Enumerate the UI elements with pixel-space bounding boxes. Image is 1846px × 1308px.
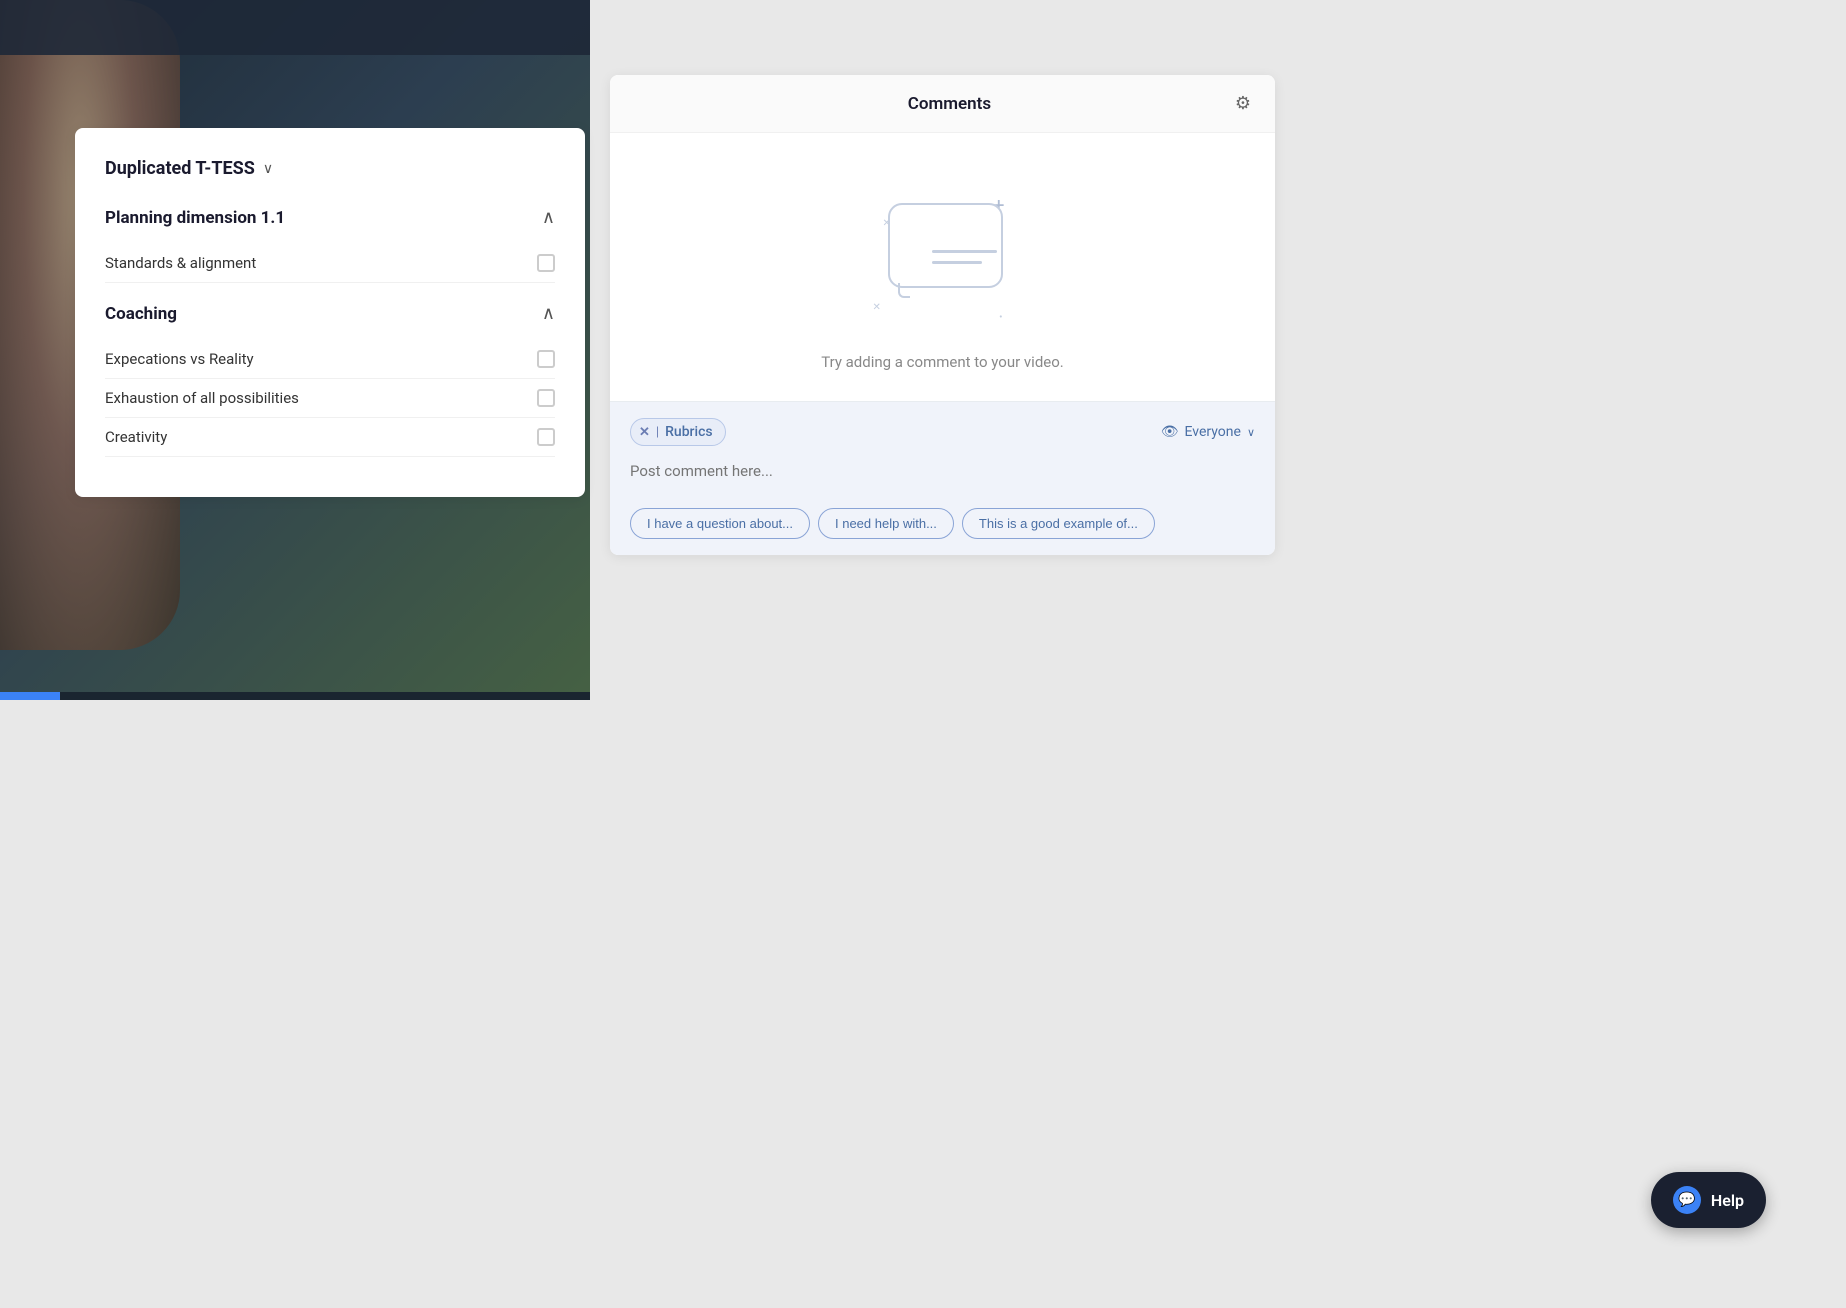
deco-dot-br: • (999, 312, 1002, 323)
eye-icon: 👁 (1161, 424, 1179, 440)
comments-empty-state: + ✕ ✕ • Try adding a comment to your vid… (610, 133, 1275, 401)
planning-section-header[interactable]: Planning dimension 1.1 ∧ (105, 207, 555, 228)
bubble-line-2 (932, 261, 982, 264)
visibility-selector[interactable]: 👁 Everyone ∨ (1161, 424, 1255, 440)
exhaustion-possibilities-item: Exhaustion of all possibilities (105, 379, 555, 418)
visibility-label: Everyone (1185, 424, 1241, 440)
rubric-title-row[interactable]: Duplicated T-TESS ∨ (105, 158, 555, 179)
rubrics-tag-label: Rubrics (665, 424, 713, 440)
speech-bubble-main (888, 203, 1003, 288)
visibility-chevron-icon: ∨ (1247, 426, 1255, 439)
creativity-label: Creativity (105, 428, 167, 446)
deco-dot-tl: ✕ (883, 218, 891, 229)
exhaustion-possibilities-checkbox[interactable] (537, 389, 555, 407)
rubrics-tag[interactable]: ✕ | Rubrics (630, 418, 726, 446)
help-label: Help (1711, 1191, 1744, 1210)
exhaustion-possibilities-label: Exhaustion of all possibilities (105, 389, 299, 407)
help-button[interactable]: 💬 Help (1651, 1172, 1766, 1228)
suggestion-button-1[interactable]: I need help with... (818, 508, 954, 539)
rubric-dropdown-arrow: ∨ (263, 161, 273, 177)
suggestion-button-0[interactable]: I have a question about... (630, 508, 810, 539)
standards-alignment-label: Standards & alignment (105, 254, 256, 272)
suggestion-button-2[interactable]: This is a good example of... (962, 508, 1155, 539)
comments-panel: Comments ⚙ + ✕ ✕ • Try adding a comment … (610, 75, 1275, 555)
suggestion-buttons-container: I have a question about... I need help w… (630, 508, 1255, 539)
coaching-chevron-icon[interactable]: ∧ (542, 303, 555, 324)
expectations-reality-label: Expecations vs Reality (105, 350, 254, 368)
standards-alignment-item: Standards & alignment (105, 244, 555, 283)
comments-header: Comments ⚙ (610, 75, 1275, 133)
expectations-reality-checkbox[interactable] (537, 350, 555, 368)
help-circle-icon: 💬 (1673, 1186, 1701, 1214)
rubric-title-text: Duplicated T-TESS (105, 158, 255, 179)
rubrics-close-icon[interactable]: ✕ (639, 425, 650, 440)
standards-alignment-checkbox[interactable] (537, 254, 555, 272)
gear-icon[interactable]: ⚙ (1235, 93, 1251, 114)
deco-dot-bl: ✕ (873, 302, 881, 313)
creativity-checkbox[interactable] (537, 428, 555, 446)
coaching-section-title: Coaching (105, 304, 177, 324)
expectations-reality-item: Expecations vs Reality (105, 340, 555, 379)
bubble-tail (898, 283, 910, 298)
bubble-lines (932, 250, 997, 264)
planning-section-title: Planning dimension 1.1 (105, 208, 285, 228)
left-rubric-panel: Duplicated T-TESS ∨ Planning dimension 1… (75, 128, 585, 497)
comments-title: Comments (664, 94, 1235, 114)
empty-state-illustration: + ✕ ✕ • (863, 183, 1023, 333)
planning-chevron-icon[interactable]: ∧ (542, 207, 555, 228)
comment-input-area: ✕ | Rubrics 👁 Everyone ∨ I have a questi… (610, 401, 1275, 555)
bubble-line-1 (932, 250, 997, 253)
empty-state-text: Try adding a comment to your video. (821, 353, 1064, 371)
creativity-item: Creativity (105, 418, 555, 457)
cursor-icon: | (656, 425, 659, 440)
comment-textarea[interactable] (630, 458, 1255, 490)
coaching-section-header[interactable]: Coaching ∧ (105, 303, 555, 324)
rubrics-tag-row: ✕ | Rubrics 👁 Everyone ∨ (630, 418, 1255, 446)
